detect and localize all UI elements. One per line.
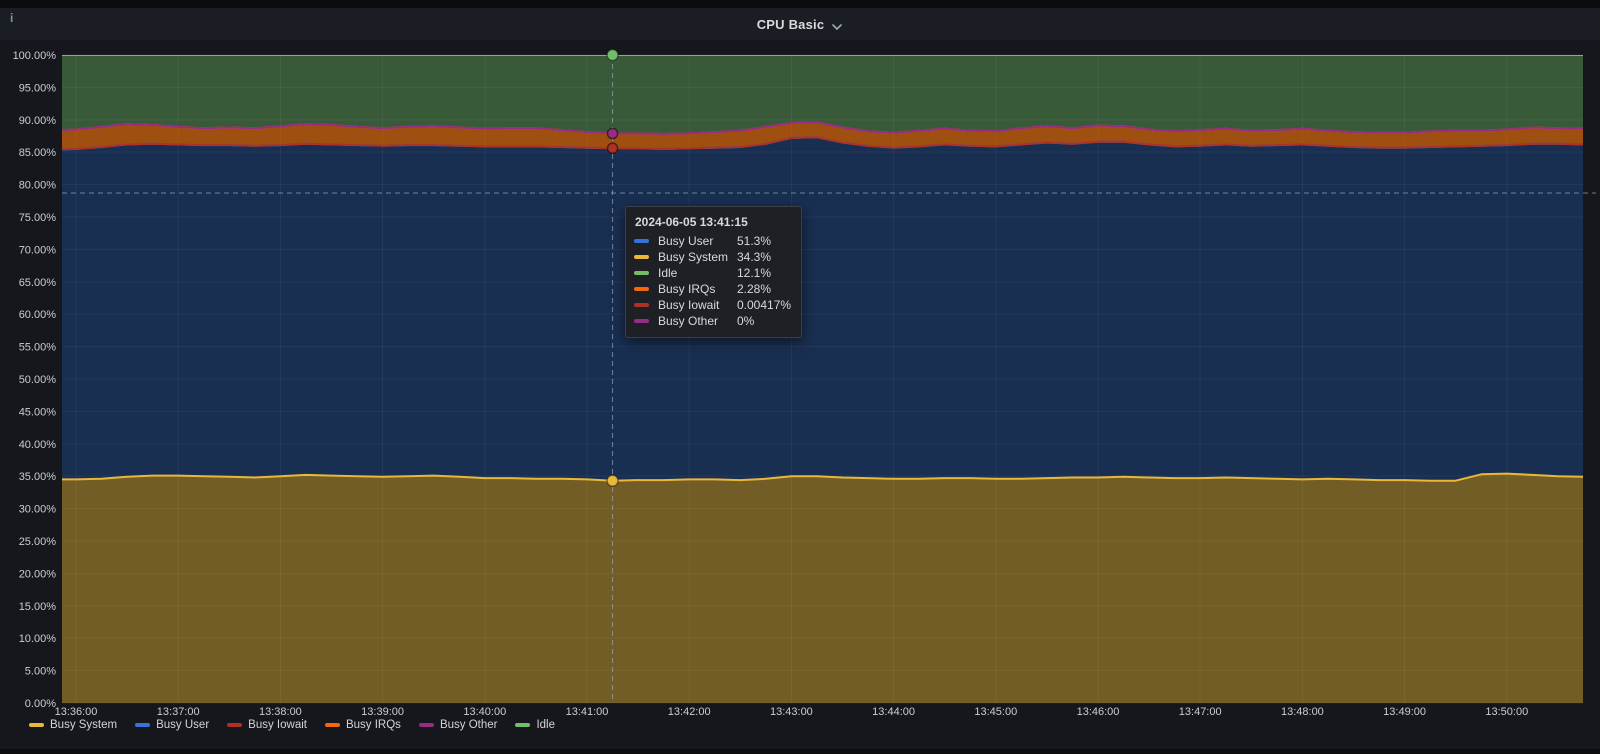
y-tick-label: 85.00% bbox=[19, 147, 57, 159]
panel-title-menu[interactable]: CPU Basic bbox=[757, 17, 844, 32]
tooltip-series-label: Busy IRQs bbox=[658, 282, 716, 296]
legend-item-busy-user[interactable]: Busy User bbox=[135, 719, 209, 731]
y-tick-label: 55.00% bbox=[19, 342, 57, 354]
x-tick-label: 13:50:00 bbox=[1485, 706, 1528, 718]
tooltip-series-value: 34.3% bbox=[737, 250, 772, 264]
legend-item-idle[interactable]: Idle bbox=[515, 719, 555, 731]
tooltip-series-label: Idle bbox=[658, 266, 678, 280]
tooltip-row: Idle 12.1% bbox=[634, 265, 791, 281]
legend-label: Busy System bbox=[50, 719, 118, 731]
chart-area[interactable]: 100.00% 95.00% 90.00% 85.00% 80.00% 75.00% 70.… bbox=[0, 40, 1600, 749]
y-tick-label: 15.00% bbox=[19, 601, 57, 613]
panel-title: CPU Basic bbox=[756, 16, 825, 32]
legend-item-busy-iowait[interactable]: Busy Iowait bbox=[227, 719, 307, 731]
y-tick-label: 100.00% bbox=[13, 50, 57, 62]
y-tick-label: 90.00% bbox=[19, 115, 57, 127]
busy-user-area bbox=[62, 137, 1583, 481]
tooltip-row: Busy System 34.3% bbox=[634, 249, 791, 265]
x-tick-label: 13:39:00 bbox=[361, 706, 404, 718]
y-tick-label: 50.00% bbox=[19, 374, 57, 386]
y-tick-label: 60.00% bbox=[19, 309, 57, 321]
tooltip-timestamp: 2024-06-05 13:41:15 bbox=[635, 215, 748, 229]
x-tick-label: 13:45:00 bbox=[974, 706, 1017, 718]
x-tick-label: 13:37:00 bbox=[157, 706, 200, 718]
x-tick-label: 13:40:00 bbox=[463, 706, 506, 718]
y-tick-label: 95.00% bbox=[19, 82, 57, 94]
legend-label: Busy Other bbox=[439, 719, 498, 731]
x-tick-label: 13:38:00 bbox=[259, 706, 302, 718]
legend-item-busy-irqs[interactable]: Busy IRQs bbox=[324, 719, 401, 731]
busy-system-hover-dot bbox=[606, 474, 619, 487]
series-color-swatch bbox=[634, 287, 649, 291]
tooltip-series-value: 51.3% bbox=[737, 234, 772, 248]
y-tick-label: 75.00% bbox=[19, 212, 57, 224]
idle-hover-dot bbox=[606, 48, 619, 62]
legend-label: Busy IRQs bbox=[345, 719, 401, 731]
x-tick-label: 13:44:00 bbox=[872, 706, 915, 718]
tooltip-series-value: 12.1% bbox=[737, 266, 772, 280]
chart-tooltip: 2024-06-05 13:41:15 Busy User 51.3% Busy S… bbox=[625, 206, 803, 338]
tooltip-row: Busy Other 0% bbox=[634, 313, 791, 329]
tooltip-series-label: Busy Iowait bbox=[658, 298, 720, 312]
y-tick-label: 10.00% bbox=[19, 633, 57, 645]
panel-info-icon[interactable]: i bbox=[10, 12, 13, 24]
y-tick-label: 65.00% bbox=[19, 277, 57, 289]
series-color-swatch bbox=[634, 239, 649, 243]
y-tick-label: 80.00% bbox=[19, 180, 57, 192]
tooltip-series-value: 2.28% bbox=[737, 282, 772, 296]
busy-iowait-hover-dot bbox=[606, 142, 619, 155]
y-tick-label: 5.00% bbox=[25, 666, 56, 678]
legend-label: Busy User bbox=[156, 719, 210, 731]
cpu-usage-stacked-area-chart[interactable]: 100.00% 95.00% 90.00% 85.00% 80.00% 75.00% 70.… bbox=[0, 40, 1600, 749]
chart-legend: Busy System Busy User Busy Iowait Busy IRQs… bbox=[29, 719, 555, 731]
series-color-swatch bbox=[634, 319, 649, 323]
tooltip-series-value: 0% bbox=[737, 314, 755, 328]
chevron-down-icon bbox=[831, 19, 843, 30]
x-tick-label: 13:41:00 bbox=[566, 706, 609, 718]
x-tick-label: 13:43:00 bbox=[770, 706, 813, 718]
series-color-swatch bbox=[634, 271, 649, 275]
legend-item-busy-other[interactable]: Busy Other bbox=[418, 719, 498, 731]
legend-label: Busy Iowait bbox=[248, 719, 307, 731]
tooltip-series-label: Busy Other bbox=[658, 314, 719, 328]
busy-other-hover-dot bbox=[606, 127, 619, 140]
cpu-basic-panel: CPU Basic i 100.00% 95.00% 90.00% 85.00% 80.… bbox=[0, 0, 1600, 749]
legend-label: Idle bbox=[536, 719, 556, 731]
tooltip-row: Busy Iowait 0.00417% bbox=[634, 297, 791, 313]
series-color-swatch bbox=[634, 255, 649, 259]
y-tick-label: 30.00% bbox=[19, 504, 57, 516]
panel-header: CPU Basic bbox=[0, 8, 1600, 40]
legend-color-swatch bbox=[418, 723, 434, 727]
x-tick-label: 13:48:00 bbox=[1281, 706, 1324, 718]
tooltip-row: Busy IRQs 2.28% bbox=[634, 281, 791, 297]
x-tick-label: 13:42:00 bbox=[668, 706, 711, 718]
tooltip-series-label: Busy User bbox=[658, 234, 714, 248]
tooltip-row: Busy User 51.3% bbox=[634, 233, 791, 249]
y-tick-label: 35.00% bbox=[19, 471, 57, 483]
tooltip-series-value: 0.00417% bbox=[737, 298, 792, 312]
y-tick-label: 20.00% bbox=[19, 568, 57, 580]
x-tick-label: 13:49:00 bbox=[1383, 706, 1426, 718]
legend-color-swatch bbox=[227, 723, 243, 727]
legend-color-swatch bbox=[29, 723, 44, 727]
x-tick-label: 13:46:00 bbox=[1077, 706, 1120, 718]
legend-color-swatch bbox=[324, 723, 340, 727]
y-tick-label: 40.00% bbox=[19, 439, 57, 451]
y-tick-label: 0.00% bbox=[25, 698, 56, 710]
busy-system-area bbox=[62, 473, 1583, 703]
x-tick-label: 13:36:00 bbox=[55, 706, 98, 718]
tooltip-rows: Busy User 51.3% Busy System 34.3% Idle 12.1% B… bbox=[634, 233, 791, 329]
legend-color-swatch bbox=[515, 723, 531, 727]
tooltip-series-label: Busy System bbox=[658, 250, 729, 264]
y-tick-label: 25.00% bbox=[19, 536, 57, 548]
series-color-swatch bbox=[634, 303, 649, 307]
x-tick-label: 13:47:00 bbox=[1179, 706, 1222, 718]
y-tick-label: 70.00% bbox=[19, 244, 57, 256]
window-top-strip bbox=[0, 0, 1600, 8]
legend-color-swatch bbox=[135, 723, 151, 727]
legend-item-busy-system[interactable]: Busy System bbox=[29, 719, 117, 731]
y-tick-label: 45.00% bbox=[19, 406, 57, 418]
